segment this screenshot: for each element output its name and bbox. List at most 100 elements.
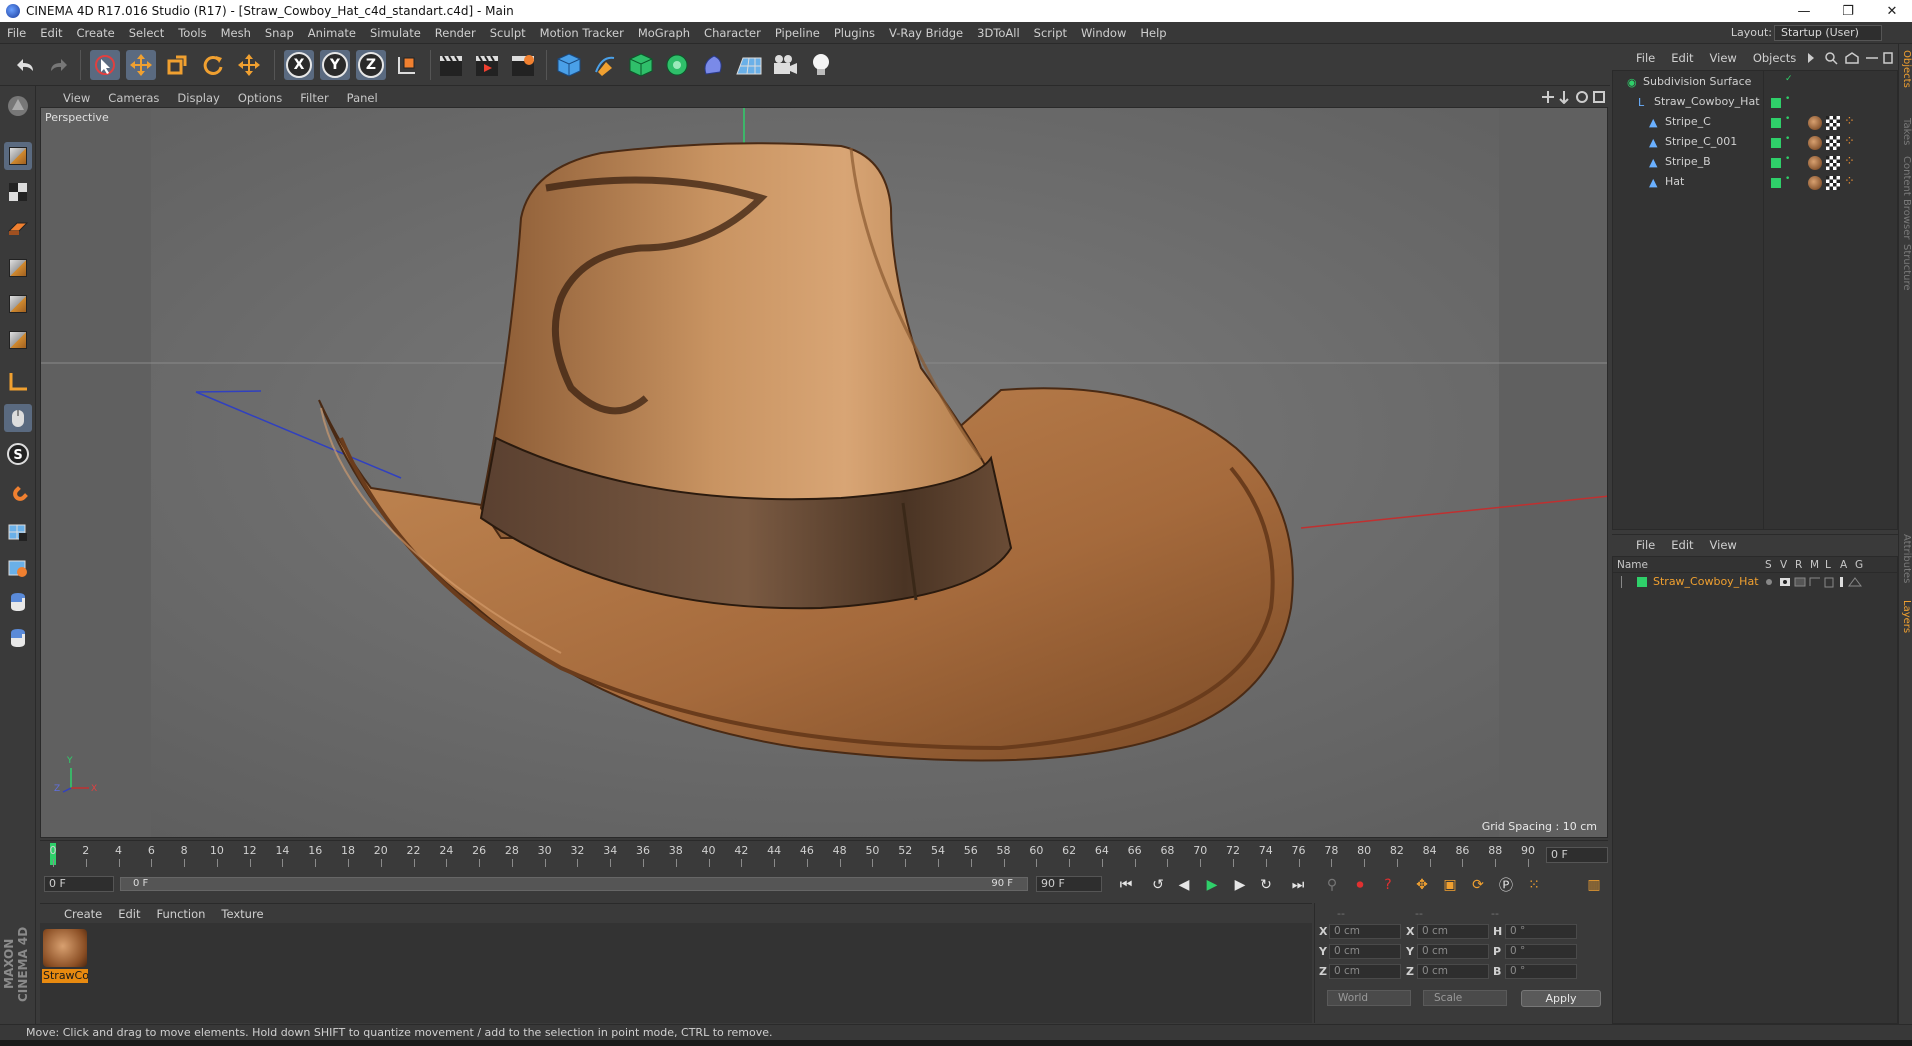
tab-structure[interactable]: Structure: [1900, 244, 1912, 291]
tab-attributes[interactable]: Attributes: [1900, 534, 1912, 583]
tab-layers[interactable]: Layers: [1900, 600, 1912, 633]
close-button[interactable]: ✕: [1872, 0, 1912, 22]
apply-button[interactable]: Apply: [1521, 990, 1601, 1007]
layer-color-indicator[interactable]: [1771, 178, 1781, 188]
material-thumbnail[interactable]: [43, 929, 87, 967]
restore-button[interactable]: ❐: [1828, 0, 1868, 22]
menu-select[interactable]: Select: [122, 26, 171, 40]
add-light-button[interactable]: [806, 50, 836, 80]
x-axis-lock-button[interactable]: X: [284, 50, 314, 80]
tab-objects[interactable]: Objects: [1900, 50, 1912, 88]
add-cube-button[interactable]: [554, 50, 584, 80]
selection-tag-icon[interactable]: ⁘: [1844, 175, 1858, 190]
scale-tool-button[interactable]: [162, 50, 192, 80]
y-axis-lock-button[interactable]: Y: [320, 50, 350, 80]
object-row[interactable]: L Straw_Cowboy_Hat •: [1613, 93, 1897, 111]
coordinate-system-button[interactable]: [392, 50, 422, 80]
layer-color-indicator[interactable]: [1771, 98, 1781, 108]
add-subdivision-button[interactable]: [626, 50, 656, 80]
menu-script[interactable]: Script: [1027, 26, 1074, 40]
rot-b-field[interactable]: 0 °: [1505, 964, 1577, 979]
z-axis-lock-button[interactable]: Z: [356, 50, 386, 80]
menu-create[interactable]: Create: [70, 26, 122, 40]
viewport-menu-display[interactable]: Display: [168, 91, 228, 105]
material-tag-icon[interactable]: [1808, 176, 1822, 190]
layer-menu-view[interactable]: View: [1702, 538, 1745, 552]
tab-content-browser[interactable]: Content Browser: [1900, 156, 1912, 239]
layer-color-indicator[interactable]: [1771, 158, 1781, 168]
layer-menu-edit[interactable]: Edit: [1663, 538, 1701, 552]
pos-y-field[interactable]: 0 cm: [1329, 944, 1401, 959]
layer-menu-file[interactable]: File: [1628, 538, 1663, 552]
live-select-button[interactable]: [90, 50, 120, 80]
selection-tag-icon[interactable]: ⁘: [1844, 115, 1858, 130]
edges-mode-button[interactable]: [4, 290, 32, 318]
material-menu-create[interactable]: Create: [56, 907, 110, 921]
key-pla-button[interactable]: ⁙: [1522, 874, 1546, 896]
go-to-start-button[interactable]: ⏮: [1114, 874, 1138, 896]
rot-p-field[interactable]: 0 °: [1505, 944, 1577, 959]
keyframe-selection-button[interactable]: ?: [1376, 874, 1400, 896]
visibility-toggle-icon[interactable]: •: [1785, 95, 1790, 104]
rotate-tool-button[interactable]: [198, 50, 228, 80]
start-frame-field[interactable]: 0 F: [44, 876, 114, 892]
render-view-button[interactable]: [436, 50, 466, 80]
menu-file[interactable]: File: [0, 26, 33, 40]
material-tag-icon[interactable]: [1808, 136, 1822, 150]
previous-keyframe-button[interactable]: ↺: [1146, 874, 1170, 896]
add-spline-button[interactable]: [590, 50, 620, 80]
render-picture-viewer-button[interactable]: [472, 50, 502, 80]
object-name[interactable]: Hat: [1665, 175, 1684, 188]
menu-render[interactable]: Render: [428, 26, 483, 40]
object-row[interactable]: ▲ Stripe_C_001 • ⁘: [1613, 133, 1897, 151]
object-name[interactable]: Stripe_B: [1665, 155, 1711, 168]
viewport-menu-cameras[interactable]: Cameras: [99, 91, 168, 105]
object-menu-view[interactable]: View: [1702, 51, 1745, 65]
timeline-ruler[interactable]: 0 2 4 6 8 10 12 14 16 18 20 22 24 26 28 30 32 34 36 38 40 42 4…: [40, 840, 1608, 870]
next-keyframe-button[interactable]: ↻: [1254, 874, 1278, 896]
make-editable-button[interactable]: [4, 92, 32, 120]
key-rotation-button[interactable]: ⟳: [1466, 874, 1490, 896]
perspective-viewport[interactable]: Y X Z Perspective Grid Spacing : 10 cm: [40, 107, 1608, 838]
material-tag-icon[interactable]: [1808, 116, 1822, 130]
menu-tools[interactable]: Tools: [171, 26, 213, 40]
workplane-mode-button[interactable]: [4, 214, 32, 242]
object-menu-objects[interactable]: Objects: [1745, 51, 1804, 65]
object-row[interactable]: ◉ Subdivision Surface ✓: [1613, 73, 1897, 91]
selection-tag-icon[interactable]: ⁘: [1844, 135, 1858, 150]
menu-plugins[interactable]: Plugins: [827, 26, 882, 40]
texture-tag-icon[interactable]: [1826, 136, 1840, 150]
size-z-field[interactable]: 0 cm: [1417, 964, 1489, 979]
object-name[interactable]: Stripe_C: [1665, 115, 1711, 128]
autokey-button[interactable]: ⏺: [1348, 874, 1372, 896]
object-menu-edit[interactable]: Edit: [1663, 51, 1701, 65]
texture-tag-icon[interactable]: [1826, 156, 1840, 170]
texture-tag-icon[interactable]: [1826, 176, 1840, 190]
next-frame-button[interactable]: ▶: [1228, 874, 1252, 896]
menu-pipeline[interactable]: Pipeline: [768, 26, 827, 40]
layer-toggle-icons[interactable]: [1763, 576, 1893, 588]
menu-simulate[interactable]: Simulate: [363, 26, 428, 40]
object-name[interactable]: Stripe_C_001: [1665, 135, 1737, 148]
layout-select[interactable]: Startup (User): [1774, 25, 1882, 41]
tab-takes[interactable]: Takes: [1900, 118, 1912, 145]
object-row[interactable]: ▲ Hat • ⁘: [1613, 173, 1897, 191]
object-row[interactable]: ▲ Stripe_C • ⁘: [1613, 113, 1897, 131]
rot-h-field[interactable]: 0 °: [1505, 924, 1577, 939]
frame-range-slider[interactable]: 0 F 90 F: [120, 877, 1028, 891]
menu-snap[interactable]: Snap: [258, 26, 301, 40]
visibility-toggle-icon[interactable]: ✓: [1785, 75, 1793, 84]
end-frame-field[interactable]: 90 F: [1036, 876, 1102, 892]
layer-row[interactable]: Straw_Cowboy_Hat: [1613, 573, 1897, 591]
viewport-menu-options[interactable]: Options: [229, 91, 291, 105]
menu-mograph[interactable]: MoGraph: [631, 26, 697, 40]
viewport-nav-icons[interactable]: [1542, 90, 1606, 104]
object-name[interactable]: Subdivision Surface: [1643, 75, 1751, 88]
menu-edit[interactable]: Edit: [33, 26, 69, 40]
edit-render-settings-button[interactable]: [508, 50, 538, 80]
layer-color-swatch[interactable]: [1637, 577, 1647, 587]
visibility-toggle-icon[interactable]: •: [1785, 135, 1790, 144]
transform-tool-button[interactable]: [234, 50, 264, 80]
menu-mesh[interactable]: Mesh: [214, 26, 258, 40]
viewport-menu-filter[interactable]: Filter: [291, 91, 337, 105]
